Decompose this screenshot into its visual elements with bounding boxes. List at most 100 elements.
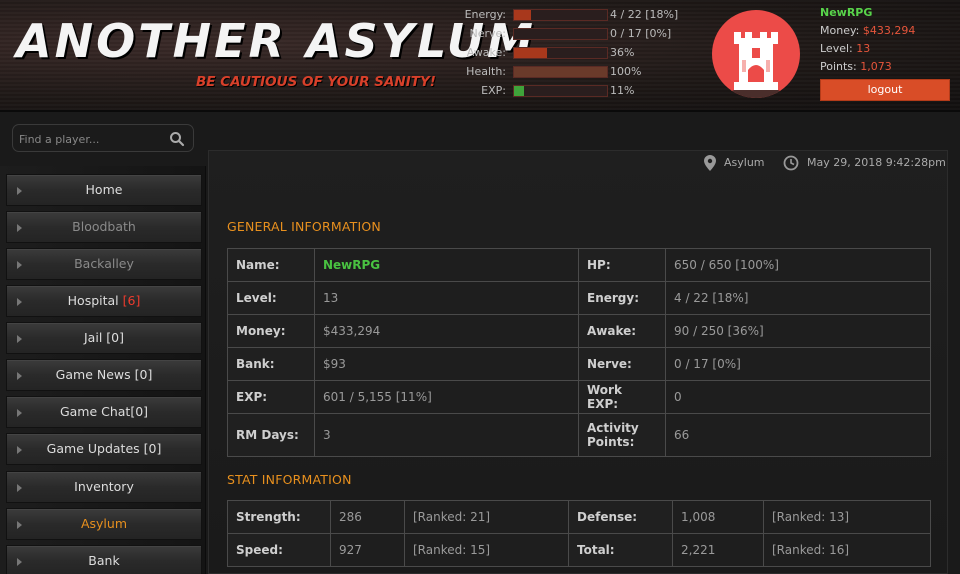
user-name[interactable]: NewRPG	[820, 6, 872, 19]
health-value: 100%	[610, 65, 642, 78]
sidebar-item-asylum[interactable]: Asylum	[6, 508, 202, 540]
health-bar-row: Health: 100%	[456, 65, 686, 79]
hp-value: 650 / 650 [100%]	[665, 248, 931, 282]
server-datetime: May 29, 2018 9:42:28pm	[807, 156, 946, 169]
energy-value: 4 / 22 [18%]	[610, 8, 679, 21]
activity-points-key: Activity Points:	[578, 413, 666, 457]
bank-key: Bank:	[227, 347, 315, 381]
table-row: Name: NewRPG HP: 650 / 650 [100%]	[227, 248, 931, 282]
table-row: Level: 13 Energy: 4 / 22 [18%]	[227, 281, 931, 315]
speed-rank: [Ranked: 15]	[404, 533, 569, 567]
level-label: Level:	[820, 42, 853, 55]
stat-information-title: STAT INFORMATION	[227, 472, 352, 487]
sidebar-item-game-updates[interactable]: Game Updates [0]	[6, 433, 202, 465]
sidebar-item-label: Hospital [6]	[67, 293, 141, 308]
sidebar-item-hospital[interactable]: Hospital [6]	[6, 285, 202, 317]
clock-icon	[783, 155, 799, 171]
energy-bar-row: Energy: 4 / 22 [18%]	[456, 8, 686, 22]
header-banner: ANOTHER ASYLUM BE CAUTIOUS OF YOUR SANIT…	[0, 0, 960, 112]
speed-value: 927	[330, 533, 405, 567]
sidebar-item-inventory[interactable]: Inventory	[6, 471, 202, 503]
exp-bar-row: EXP: 11%	[456, 84, 686, 98]
sidebar-item-label: Home	[85, 182, 123, 197]
sidebar-item-label: Game Chat[0]	[59, 404, 149, 419]
energy-bar[interactable]	[513, 9, 608, 21]
hospital-count-badge: [6]	[122, 293, 141, 308]
nerve-bar-row: Nerve: 0 / 17 [0%]	[456, 27, 686, 41]
user-money: Money: $433,294	[820, 24, 915, 37]
avatar[interactable]	[712, 10, 800, 98]
sidebar-item-label: Inventory	[74, 479, 134, 494]
sidebar-nav: Home Bloodbath Backalley Hospital [6] Ja…	[0, 166, 206, 574]
money-label: Money:	[820, 24, 860, 37]
speed-key: Speed:	[227, 533, 331, 567]
exp-value: 601 / 5,155 [11%]	[314, 380, 579, 414]
sidebar-item-game-news[interactable]: Game News [0]	[6, 359, 202, 391]
sidebar-item-bank[interactable]: Bank	[6, 545, 202, 574]
search-icon[interactable]	[169, 131, 185, 147]
nerve-value: 0 / 17 [0%]	[665, 347, 931, 381]
sidebar-item-label: Bloodbath	[72, 219, 136, 234]
castle-tower-icon	[712, 32, 800, 98]
rm-days-key: RM Days:	[227, 413, 315, 457]
awake-label: Awake:	[466, 46, 506, 59]
total-rank: [Ranked: 16]	[763, 533, 931, 567]
sidebar-item-home[interactable]: Home	[6, 174, 202, 206]
money-value: $433,294	[862, 24, 916, 37]
sidebar-item-label: Game Updates [0]	[46, 441, 162, 456]
level-key: Level:	[227, 281, 315, 315]
table-row: EXP: 601 / 5,155 [11%] Work EXP: 0	[227, 380, 931, 414]
awake-bar-row: Awake: 36%	[456, 46, 686, 60]
current-location: Asylum	[724, 156, 765, 169]
location-pin-icon	[704, 155, 716, 171]
logout-button[interactable]: logout	[820, 79, 950, 101]
hp-key: HP:	[578, 248, 666, 282]
sidebar-item-label: Jail [0]	[84, 330, 124, 345]
exp-bar[interactable]	[513, 85, 608, 97]
awake-bar[interactable]	[513, 47, 608, 59]
player-search	[12, 124, 194, 152]
user-points: Points: 1,073	[820, 60, 892, 73]
exp-value: 11%	[610, 84, 635, 97]
defense-rank: [Ranked: 13]	[763, 500, 931, 534]
bank-value: $93	[314, 347, 579, 381]
sidebar-item-game-chat[interactable]: Game Chat[0]	[6, 396, 202, 428]
awake-value: 90 / 250 [36%]	[665, 314, 931, 348]
money-value: $433,294	[314, 314, 579, 348]
defense-key: Defense:	[568, 500, 673, 534]
sidebar-item-label: Bank	[88, 553, 120, 568]
table-row: Bank: $93 Nerve: 0 / 17 [0%]	[227, 347, 931, 381]
search-input[interactable]	[19, 129, 165, 149]
health-bar[interactable]	[513, 66, 608, 78]
total-key: Total:	[568, 533, 673, 567]
points-value: 1,073	[860, 60, 892, 73]
sidebar-item-label: Backalley	[74, 256, 134, 271]
rm-days-value: 3	[314, 413, 579, 457]
awake-key: Awake:	[578, 314, 666, 348]
level-value: 13	[856, 42, 871, 55]
general-information-table: Name: NewRPG HP: 650 / 650 [100%] Level:…	[227, 248, 931, 457]
defense-value: 1,008	[672, 500, 764, 534]
energy-label: Energy:	[464, 8, 506, 21]
name-key: Name:	[227, 248, 315, 282]
general-information-title: GENERAL INFORMATION	[227, 219, 381, 234]
sidebar-item-jail[interactable]: Jail [0]	[6, 322, 202, 354]
strength-rank: [Ranked: 21]	[404, 500, 569, 534]
name-value[interactable]: NewRPG	[314, 248, 579, 282]
nerve-label: Nerve:	[469, 27, 506, 40]
sidebar-item-label: Asylum	[80, 516, 128, 531]
points-label: Points:	[820, 60, 857, 73]
game-logo-title[interactable]: ANOTHER ASYLUM	[16, 12, 533, 70]
awake-value: 36%	[610, 46, 635, 59]
table-row: Speed: 927 [Ranked: 15] Total: 2,221 [Ra…	[227, 533, 931, 567]
nerve-key: Nerve:	[578, 347, 666, 381]
health-label: Health:	[466, 65, 506, 78]
exp-key: EXP:	[227, 380, 315, 414]
money-key: Money:	[227, 314, 315, 348]
table-row: Strength: 286 [Ranked: 21] Defense: 1,00…	[227, 500, 931, 534]
sidebar-item-bloodbath[interactable]: Bloodbath	[6, 211, 202, 243]
sidebar-item-backalley[interactable]: Backalley	[6, 248, 202, 280]
strength-value: 286	[330, 500, 405, 534]
table-row: RM Days: 3 Activity Points: 66	[227, 413, 931, 457]
nerve-bar[interactable]	[513, 28, 608, 40]
